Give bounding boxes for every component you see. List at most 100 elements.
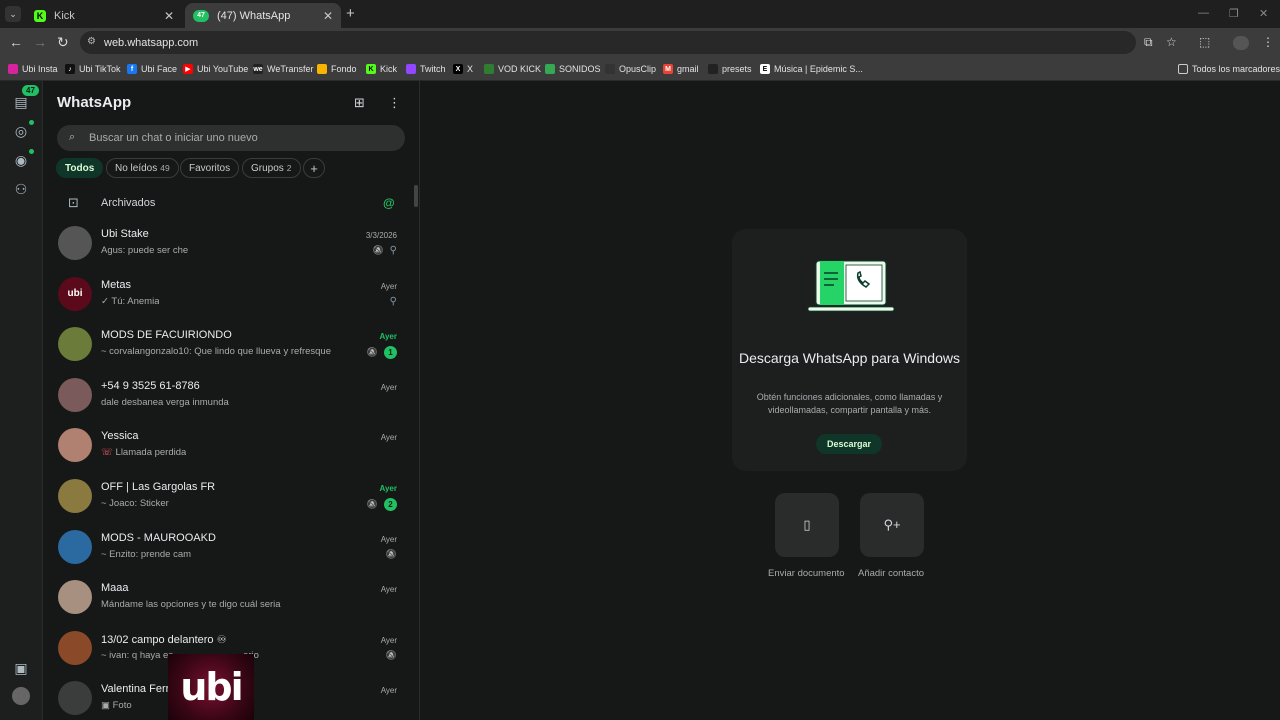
vod-kick-icon xyxy=(484,64,494,74)
filter-unread[interactable]: No leídos 49 xyxy=(106,158,179,178)
chat-row[interactable]: ubi Metas ✓ Tú: Anemia Ayer ⚲ xyxy=(43,271,413,321)
chat-avatar xyxy=(58,428,92,463)
close-tab-icon[interactable]: ✕ xyxy=(323,9,333,23)
unread-count-badge: 2 xyxy=(384,498,397,511)
mention-icon: @ xyxy=(383,196,395,210)
send-document-button[interactable]: ▯ xyxy=(775,493,839,557)
tab-search-button[interactable]: ⌄ xyxy=(5,6,21,22)
whatsapp-icon: 47 xyxy=(193,9,209,22)
reload-button[interactable]: ↻ xyxy=(57,34,69,51)
chat-message-text: Mándame las opciones y te digo cuál seri… xyxy=(101,599,281,611)
media-icon[interactable]: ▣ xyxy=(12,659,30,677)
download-promo-card: Descarga WhatsApp para Windows Obtén fun… xyxy=(732,229,967,471)
bookmark-item[interactable]: Twitch xyxy=(406,62,446,76)
chat-name: Maaa xyxy=(101,582,129,595)
chat-status-icons: 🔕 xyxy=(386,549,397,560)
bookmark-item[interactable]: XX xyxy=(453,62,473,76)
scrollbar[interactable] xyxy=(414,185,418,207)
send-document-label: Enviar documento xyxy=(768,568,845,579)
bookmark-item[interactable]: OpusClip xyxy=(605,62,656,76)
add-contact-button[interactable]: ⚲+ xyxy=(860,493,924,557)
new-chat-icon[interactable]: ⊞ xyxy=(354,95,365,111)
chat-time: Ayer xyxy=(379,484,398,493)
filter-groups[interactable]: Grupos 2 xyxy=(242,158,301,178)
opusclip-icon xyxy=(605,64,615,74)
search-input[interactable]: ⌕ Buscar un chat o iniciar uno nuevo xyxy=(57,125,405,151)
google-drive-icon xyxy=(545,64,555,74)
profile-avatar[interactable] xyxy=(1233,36,1249,50)
close-tab-icon[interactable]: ✕ xyxy=(164,9,174,23)
filter-favorites[interactable]: Favoritos xyxy=(180,158,240,178)
chat-row[interactable]: Ubi Stake Agus: puede ser che 3/3/2026 🔕 ⚲ xyxy=(43,220,413,270)
chat-row[interactable]: MODS DE FACUIRIONDO ~ corvalangonzalo10: … xyxy=(43,321,413,371)
channels-icon[interactable]: ◉ xyxy=(12,151,30,169)
tab-whatsapp[interactable]: 47 (47) WhatsApp ✕ xyxy=(185,3,341,28)
chat-message-text: Llamada perdida xyxy=(115,447,187,459)
bookmark-item[interactable]: ♪ Ubi TikTok xyxy=(65,62,121,76)
minimize-button[interactable]: — xyxy=(1198,7,1209,19)
chat-time: 3/3/2026 xyxy=(365,231,397,240)
chat-time: Ayer xyxy=(380,585,397,595)
archived-label: Archivados xyxy=(101,197,156,209)
all-bookmarks[interactable]: Todos los marcadores xyxy=(1178,62,1280,76)
bookmark-item[interactable]: K Kick xyxy=(366,62,397,76)
address-bar[interactable]: ⚙ web.whatsapp.com xyxy=(80,31,1136,54)
chat-row[interactable]: Yessica ☏ Llamada perdida Ayer xyxy=(43,422,413,472)
chat-name: Valentina Ferr xyxy=(101,683,170,696)
bookmark-item[interactable]: Mgmail xyxy=(663,62,699,76)
youtube-icon: ▶ xyxy=(183,64,193,74)
tab-title: Kick xyxy=(54,9,75,22)
browser-menu-icon[interactable]: ⋮ xyxy=(1262,35,1274,49)
chat-last-message: dale desbanea verga inmunda xyxy=(101,397,229,408)
main-pane: Descarga WhatsApp para Windows Obtén fun… xyxy=(420,81,1280,720)
status-icon[interactable]: ◎ xyxy=(12,122,30,140)
browser-tab-bar: ⌄ K Kick ✕ 47 (47) WhatsApp ✕ + — ❐ ✕ xyxy=(0,0,1280,28)
maximize-button[interactable]: ❐ xyxy=(1229,7,1239,20)
chat-row[interactable]: MODS - MAUROOAKD ~ Enzito: prende cam Ayer… xyxy=(43,524,413,574)
pin-icon: ⚲ xyxy=(389,245,397,256)
bookmark-item[interactable]: presets xyxy=(708,62,752,76)
menu-icon[interactable]: ⋮ xyxy=(388,95,401,111)
bookmark-item[interactable]: ▶ Ubi YouTube xyxy=(183,62,248,76)
chat-message-text: Agus: puede ser che xyxy=(101,245,189,256)
chat-message-text: dale desbanea verga inmunda xyxy=(101,396,229,408)
tab-kick[interactable]: K Kick ✕ xyxy=(26,3,182,28)
x-icon: X xyxy=(453,64,463,74)
communities-icon[interactable]: ⚇ xyxy=(12,180,30,198)
back-button[interactable]: ← xyxy=(9,34,23,50)
bookmark-item[interactable]: SONIDOS xyxy=(545,62,601,76)
bookmark-star-icon[interactable]: ☆ xyxy=(1166,35,1177,49)
bookmark-item[interactable]: Fondo xyxy=(317,62,357,76)
document-icon: ▯ xyxy=(803,517,811,532)
muted-icon: 🔕 xyxy=(372,245,384,255)
browser-toolbar: ← → ↻ ⚙ web.whatsapp.com ⧉ ☆ ⬚ ⋮ xyxy=(0,28,1280,57)
archived-row[interactable]: ⊡ Archivados @ xyxy=(43,191,419,215)
download-button[interactable]: Descargar xyxy=(816,434,883,454)
chat-row[interactable]: Maaa Mándame las opciones y te digo cuál … xyxy=(43,574,413,624)
chat-list-panel: WhatsApp ⊞ ⋮ ⌕ Buscar un chat o iniciar … xyxy=(43,81,420,720)
wetransfer-icon: we xyxy=(253,64,263,74)
profile-avatar[interactable] xyxy=(12,687,30,705)
close-window-button[interactable]: ✕ xyxy=(1259,7,1268,20)
bookmark-item[interactable]: E Música | Epidemic S... xyxy=(760,62,863,76)
chat-message-text: Foto xyxy=(112,700,132,712)
new-tab-button[interactable]: + xyxy=(346,5,355,22)
extensions-icon[interactable]: ⬚ xyxy=(1199,35,1210,49)
site-info-icon[interactable]: ⚙ xyxy=(87,36,96,47)
bookmark-item[interactable]: VOD KICK xyxy=(484,62,541,76)
chat-avatar xyxy=(58,377,92,412)
filter-all[interactable]: Todos xyxy=(56,158,104,178)
chat-row[interactable]: OFF | Las Gargolas FR ~ Joaco: Sticker Aye… xyxy=(43,473,413,523)
presets-icon xyxy=(708,64,718,74)
bookmark-item[interactable]: Ubi Insta xyxy=(8,62,58,76)
missed-call-icon: ☏ xyxy=(101,447,116,459)
muted-icon: 🔕 xyxy=(385,649,397,660)
pin-icon: ⚲ xyxy=(389,295,397,307)
chat-avatar xyxy=(58,479,92,513)
bookmark-item[interactable]: f Ubi Face xyxy=(127,62,177,76)
forward-button[interactable]: → xyxy=(33,34,47,50)
chat-row[interactable]: +54 9 3525 61-8786 dale desbanea verga in… xyxy=(43,372,413,422)
bookmark-item[interactable]: we WeTransfer xyxy=(253,62,314,76)
install-app-icon[interactable]: ⧉ xyxy=(1144,35,1153,50)
add-filter-button[interactable]: + xyxy=(303,158,325,178)
